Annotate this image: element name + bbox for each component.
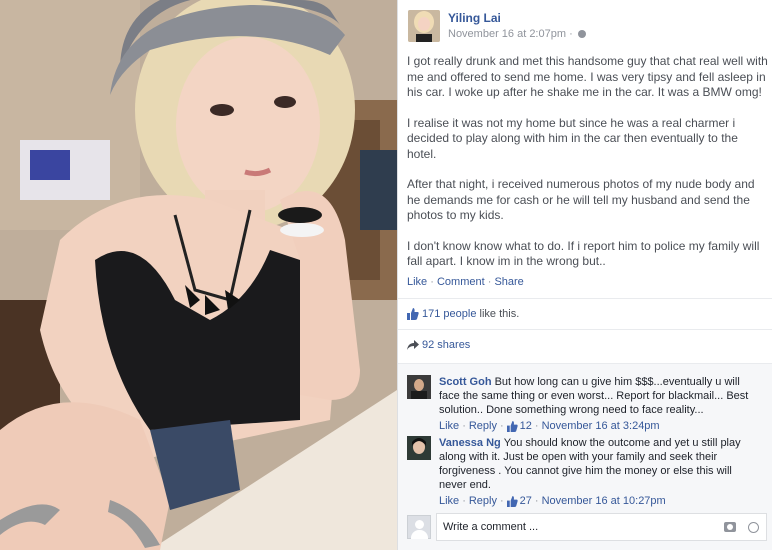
commenter-name[interactable]: Scott Goh (439, 376, 492, 388)
post-panel: Yiling Lai November 16 at 2:07pm · I got… (397, 0, 772, 550)
divider (398, 298, 772, 299)
comment-like-link[interactable]: Like (439, 494, 459, 508)
divider (398, 363, 772, 364)
likes-suffix: like this. (479, 308, 520, 320)
comments-section: Scott Goh But how long can u give him $$$… (398, 363, 772, 550)
separator: · (499, 420, 504, 432)
author-name[interactable]: Yiling Lai (448, 10, 586, 26)
separator: · (462, 495, 466, 507)
post-header: Yiling Lai November 16 at 2:07pm · (408, 10, 586, 42)
emoji-icon[interactable] (748, 522, 759, 533)
comment-footer: Like · Reply · 12 · November 16 at 3:24pm (439, 419, 759, 433)
photo-illustration (0, 0, 397, 550)
divider (398, 329, 772, 330)
commenter-avatar[interactable] (407, 375, 431, 399)
commenter-avatar-image (407, 436, 431, 460)
comment-timestamp[interactable]: November 16 at 10:27pm (542, 494, 666, 508)
post-body: I got really drunk and met this handsome… (407, 54, 769, 285)
commenter-avatar[interactable] (407, 436, 431, 460)
like-link[interactable]: Like (407, 276, 427, 288)
thumbs-up-icon (407, 308, 419, 320)
comment-reply-link[interactable]: Reply (469, 419, 497, 433)
comment-footer: Like · Reply · 27 · November 16 at 10:27pm (439, 494, 759, 508)
commenter-avatar-image (407, 375, 431, 399)
current-user-avatar (407, 515, 431, 539)
camera-icon[interactable] (724, 522, 736, 532)
comment-item: Scott Goh But how long can u give him $$$… (407, 375, 759, 433)
separator: · (462, 420, 466, 432)
author-avatar[interactable] (408, 10, 440, 42)
post-photo[interactable] (0, 0, 397, 550)
shares-summary[interactable]: 92 shares (407, 339, 470, 351)
post-actions: Like · Comment · Share (407, 276, 524, 288)
share-arrow-icon (407, 340, 419, 350)
comment-input-placeholder: Write a comment ... (443, 521, 539, 533)
comment-timestamp[interactable]: November 16 at 3:24pm (542, 419, 660, 433)
post-paragraph: After that night, i received numerous ph… (407, 177, 755, 222)
comment-like-count[interactable]: 12 (520, 419, 532, 433)
comment-like-count[interactable]: 27 (520, 494, 532, 508)
post-paragraph: I don't know know what to do. If i repor… (407, 238, 760, 269)
commenter-name[interactable]: Vanessa Ng (439, 437, 501, 449)
comment-like-link[interactable]: Like (439, 419, 459, 433)
post-timestamp-text: November 16 at 2:07pm · (448, 28, 576, 40)
post-timestamp[interactable]: November 16 at 2:07pm · (448, 26, 586, 42)
comment-reply-link[interactable]: Reply (469, 494, 497, 508)
likes-count-link[interactable]: 171 people (422, 308, 476, 320)
separator: · (499, 495, 504, 507)
author-avatar-image (408, 10, 440, 42)
likes-summary: 171 people like this. (407, 308, 519, 320)
comment-composer: Write a comment ... (407, 513, 767, 541)
shares-count: 92 shares (422, 339, 471, 351)
thumbs-up-icon (506, 495, 518, 507)
thumbs-up-icon (506, 420, 518, 432)
separator: · (534, 495, 539, 507)
share-link[interactable]: Share (494, 276, 523, 288)
comment-link[interactable]: Comment (437, 276, 485, 288)
post-paragraph: I got really drunk and met this handsome… (407, 54, 768, 99)
comment-input[interactable]: Write a comment ... (436, 513, 767, 541)
globe-icon (577, 30, 586, 39)
separator: · (427, 276, 437, 288)
separator: · (534, 420, 539, 432)
comment-item: Vanessa Ng You should know the outcome an… (407, 436, 759, 508)
post-paragraph: I realise it was not my home but since h… (407, 115, 738, 161)
separator: · (484, 276, 495, 288)
